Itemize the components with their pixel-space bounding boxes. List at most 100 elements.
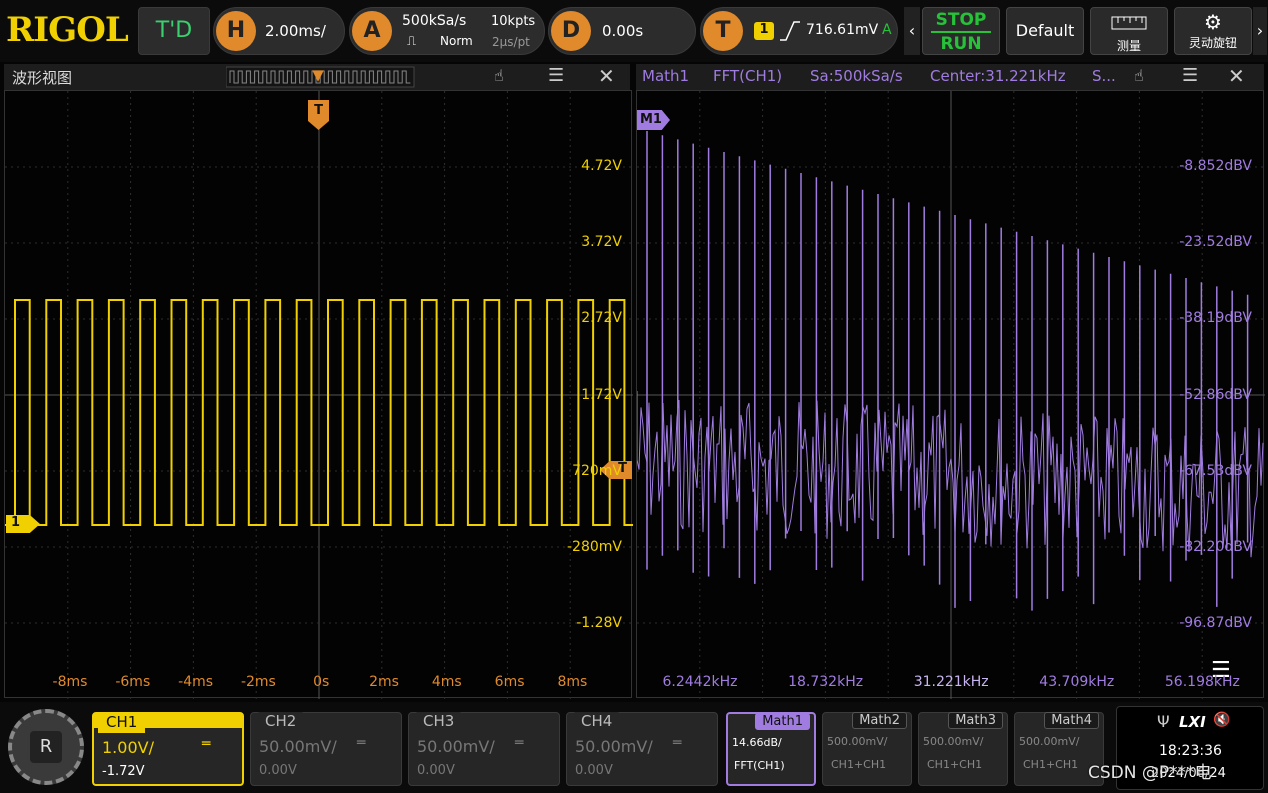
math1-source: FFT(CH1) [734, 759, 785, 772]
run-label: RUN [940, 34, 982, 54]
dbv-tick-label: -38.19dBV [1179, 310, 1252, 327]
waveform-grid[interactable] [4, 90, 633, 699]
usb-icon: Ψ [1157, 712, 1170, 731]
trigger-source-badge: 1 [754, 22, 774, 40]
trigger-state: A [882, 22, 892, 38]
math4-scale: 500.00mV/ [1019, 735, 1080, 748]
chevron-left-icon[interactable]: ‹ [904, 7, 920, 55]
ch1-panel[interactable]: CH1 1.00V/ ═ -1.72V [92, 712, 244, 786]
time-tick-label: 2ms [369, 674, 399, 690]
voltage-tick-label: 3.72V [581, 234, 622, 251]
sample-rate: 500kSa/s [402, 13, 467, 29]
voltage-tick-label: 2.72V [581, 310, 622, 327]
mode-button[interactable]: T'D [138, 7, 210, 55]
time-tick-label: -6ms [115, 674, 151, 690]
math2-source: CH1+CH1 [831, 758, 887, 771]
close-icon[interactable]: ✕ [598, 64, 615, 88]
fft-sample-rate: Sa:500kSa/s [810, 67, 903, 85]
voltage-tick-label: 4.72V [581, 158, 622, 174]
home-gear-icon[interactable]: R [8, 709, 84, 785]
math3-panel[interactable]: Math3 500.00mV/ CH1+CH1 [918, 712, 1008, 786]
frequency-tick-label: 56.198kHz [1164, 674, 1240, 690]
watermark: CSDN @P***电 [1088, 763, 1212, 783]
math2-label: Math2 [852, 712, 907, 729]
stop-label: STOP [935, 10, 987, 30]
acquire-mode: Norm [440, 34, 473, 48]
touch-icon[interactable]: ☝ [1134, 66, 1144, 85]
time-tick-label: 8ms [557, 674, 588, 690]
dbv-tick-label: -96.87dBV [1179, 615, 1252, 632]
dbv-tick-label: -82.20dBV [1179, 539, 1252, 555]
ch3-scale: 50.00mV/ [417, 737, 495, 756]
fft-panel-header: Math1 FFT(CH1) Sa:500kSa/s Center:31.221… [636, 64, 1264, 90]
measure-button[interactable]: 测量 [1090, 7, 1168, 55]
math2-scale: 500.00mV/ [827, 735, 888, 748]
fft-function: FFT(CH1) [713, 67, 783, 85]
ch3-label: CH3 [415, 712, 463, 732]
ruler-icon [1111, 16, 1147, 30]
lxi-icon: LXI [1179, 713, 1206, 731]
mute-icon: 🔇 [1213, 712, 1231, 728]
ch3-offset: 0.00V [417, 763, 455, 778]
ch2-coupling-icon: ═ [357, 735, 366, 751]
time-tick-label: 0s [313, 674, 330, 690]
run-stop-button[interactable]: STOP RUN [922, 7, 1000, 55]
ch4-panel[interactable]: CH4 50.00mV/ ═ 0.00V [566, 712, 718, 786]
rigol-logo: RIGOL [6, 10, 129, 50]
time-tick-label: 6ms [494, 674, 525, 690]
math2-panel[interactable]: Math2 500.00mV/ CH1+CH1 [822, 712, 912, 786]
menu-icon[interactable]: ☰ [1182, 65, 1198, 86]
ch3-panel[interactable]: CH3 50.00mV/ ═ 0.00V [408, 712, 560, 786]
trigger-position-icon[interactable]: ▼ [308, 66, 328, 90]
time-tick-label: 4ms [431, 674, 462, 690]
ch2-panel[interactable]: CH2 50.00mV/ ═ 0.00V [250, 712, 402, 786]
math4-label: Math4 [1044, 712, 1099, 729]
trigger-icon: T [703, 11, 743, 51]
math1-panel[interactable]: Math1 14.66dB/ FFT(CH1) [726, 712, 816, 786]
delay-icon: D [551, 11, 591, 51]
math3-scale: 500.00mV/ [923, 735, 984, 748]
knob-icon: ⚙ [1204, 10, 1222, 34]
math1-label: Math1 [755, 713, 810, 730]
knob-button[interactable]: ⚙ 灵动旋钮 [1174, 7, 1252, 55]
trigger-level: 716.61mV [806, 22, 879, 38]
ch2-offset: 0.00V [259, 763, 297, 778]
voltage-tick-label: -1.28V [576, 615, 622, 632]
close-icon[interactable]: ✕ [1228, 64, 1245, 88]
dbv-tick-label: -52.86dBV [1179, 386, 1252, 403]
dbv-tick-label: -23.52dBV [1179, 234, 1252, 251]
fft-panel-title: Math1 [642, 67, 690, 85]
ch1-offset: -1.72V [102, 764, 145, 779]
math4-source: CH1+CH1 [1023, 758, 1079, 771]
ch1-scale: 1.00V/ [102, 738, 154, 757]
menu-icon[interactable]: ☰ [548, 65, 564, 86]
clock-time: 18:23:36 [1159, 743, 1222, 759]
ch4-offset: 0.00V [575, 763, 613, 778]
voltage-tick-label: 1.72V [581, 386, 622, 403]
waveform-panel-title: 波形视图 [12, 69, 73, 87]
touch-icon[interactable]: ☝ [494, 66, 504, 85]
dbv-tick-label: -67.53dBV [1179, 462, 1252, 479]
ch4-coupling-icon: ═ [673, 735, 682, 751]
ch4-label: CH4 [573, 712, 621, 732]
ch2-scale: 50.00mV/ [259, 737, 337, 756]
knob-label: 灵动旋钮 [1188, 36, 1237, 50]
frequency-tick-label: 43.709kHz [1039, 674, 1115, 690]
voltage-tick-label: -280mV [567, 539, 622, 555]
measure-label: 测量 [1116, 39, 1141, 53]
ch1-label: CH1 [98, 713, 146, 733]
frequency-tick-label: 31.221kHz [913, 674, 989, 690]
sample-interval: 2μs/pt [492, 35, 530, 49]
ch3-coupling-icon: ═ [515, 735, 524, 751]
time-tick-label: -8ms [52, 674, 88, 690]
ch4-scale: 50.00mV/ [575, 737, 653, 756]
default-button[interactable]: Default [1006, 7, 1084, 55]
acquire-icon: A [352, 11, 392, 51]
chevron-right-icon[interactable]: › [1253, 7, 1267, 55]
memory-depth: 10kpts [491, 14, 536, 29]
time-tick-label: -4ms [178, 674, 214, 690]
ch1-coupling-icon: ═ [202, 736, 211, 752]
delay-value: 0.00s [602, 22, 644, 40]
math3-label: Math3 [948, 712, 1003, 729]
frequency-tick-label: 6.2442kHz [662, 674, 738, 690]
